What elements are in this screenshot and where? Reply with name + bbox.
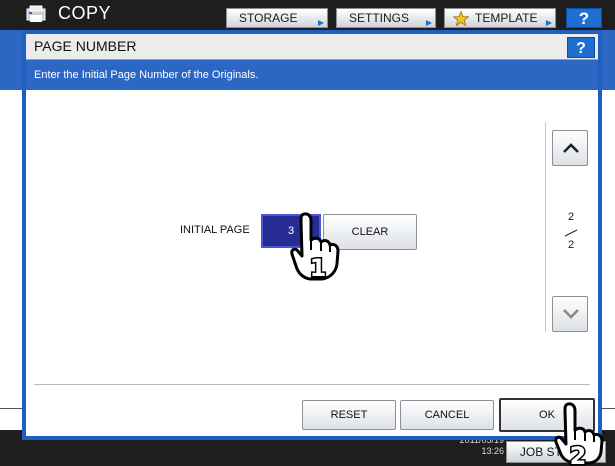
tab-arrow-icon — [318, 20, 324, 26]
page-total: 2 — [567, 239, 575, 251]
top-bar: COPY STORAGE SETTINGS TEMPLATE ? — [0, 0, 615, 30]
page-separator — [564, 229, 578, 237]
tab-storage[interactable]: STORAGE — [226, 8, 328, 28]
scroll-down-button[interactable] — [552, 296, 588, 332]
dialog-title: PAGE NUMBER — [34, 38, 137, 54]
cancel-button[interactable]: CANCEL — [400, 400, 494, 430]
tab-template[interactable]: TEMPLATE — [444, 8, 556, 28]
page-current: 2 — [567, 211, 575, 223]
star-icon — [453, 11, 469, 26]
copy-icon — [26, 5, 46, 22]
background-divider — [0, 408, 22, 409]
initial-page-label: INITIAL PAGE — [180, 224, 250, 236]
callout-number: 1 — [310, 254, 327, 282]
help-button[interactable]: ? — [566, 8, 602, 28]
dialog-help-button[interactable]: ? — [567, 37, 595, 58]
app-title: COPY — [58, 3, 112, 23]
footer-divider — [34, 384, 590, 385]
pointing-hand-icon: 1 — [290, 212, 340, 282]
dialog-header: PAGE NUMBER ? — [26, 34, 598, 60]
pointing-hand-icon: 2 — [554, 402, 604, 466]
reset-button[interactable]: RESET — [302, 400, 396, 430]
instruction-text: Enter the Initial Page Number of the Ori… — [34, 69, 259, 81]
tab-arrow-icon — [546, 20, 552, 26]
tab-storage-label: STORAGE — [239, 11, 298, 25]
tab-arrow-icon — [426, 20, 432, 26]
scroll-track — [545, 122, 546, 332]
scroll-up-button[interactable] — [552, 130, 588, 166]
background-panel — [602, 30, 615, 90]
tab-settings-label: SETTINGS — [349, 11, 410, 25]
time-text: 13:26 — [481, 446, 504, 456]
tab-settings[interactable]: SETTINGS — [336, 8, 436, 28]
chevron-up-icon — [563, 143, 579, 153]
tab-template-label: TEMPLATE — [475, 11, 538, 25]
chevron-down-icon — [563, 309, 579, 319]
callout-number: 2 — [570, 442, 587, 466]
instruction-bar: Enter the Initial Page Number of the Ori… — [26, 60, 598, 90]
background-panel — [0, 30, 22, 90]
